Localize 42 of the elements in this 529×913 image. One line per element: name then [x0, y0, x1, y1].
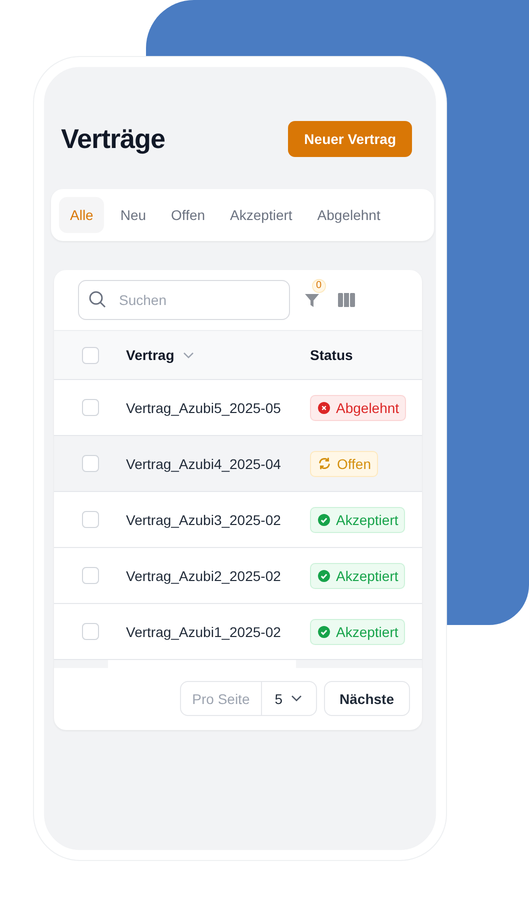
check-icon	[318, 514, 330, 526]
status-badge: Akzeptiert	[310, 506, 406, 532]
scroll-bar[interactable]	[54, 660, 422, 668]
filter-tab[interactable]: Offen	[162, 197, 214, 233]
filter-icon[interactable]	[304, 292, 320, 308]
column-header[interactable]: Vertrag	[126, 347, 174, 363]
refresh-icon	[318, 457, 331, 470]
check-icon	[318, 570, 330, 582]
checkbox[interactable]	[82, 511, 98, 528]
check-icon	[318, 626, 330, 638]
error-icon	[318, 402, 330, 414]
filter-count-badge: 0	[312, 279, 326, 293]
chevron-down-icon	[290, 695, 302, 702]
table-cell-text: Vertrag_Azubi4_2025-04	[126, 456, 282, 472]
columns-icon[interactable]	[338, 293, 355, 307]
status-badge: Offen	[310, 450, 378, 476]
table-cell-text: Vertrag_Azubi2_2025-02	[126, 568, 282, 584]
filter-tab[interactable]: Neu	[111, 197, 156, 233]
table-cell-text: Vertrag_Azubi3_2025-02	[126, 512, 282, 528]
checkbox[interactable]	[82, 346, 98, 364]
filter-tab[interactable]: Abgelehnt	[308, 197, 390, 233]
table-row[interactable]: Vertrag_Azubi5_2025-05 Abgelehnt	[54, 380, 422, 436]
table-cell-text: Vertrag_Azubi5_2025-05	[126, 400, 282, 416]
search-field[interactable]: Suchen	[78, 280, 290, 320]
checkbox[interactable]	[82, 567, 98, 584]
table-row[interactable]: Vertrag_Azubi2_2025-02 Akzeptiert	[54, 548, 422, 604]
filter-tab[interactable]: Akzeptiert	[221, 197, 302, 233]
table-row[interactable]: Vertrag_Azubi4_2025-04 Offen	[54, 436, 422, 492]
chevron-down-icon[interactable]	[183, 352, 194, 358]
checkbox[interactable]	[82, 455, 98, 472]
next-button[interactable]: Nächste	[324, 681, 410, 716]
checkbox[interactable]	[82, 623, 98, 640]
status-badge: Abgelehnt	[310, 394, 406, 420]
table-row[interactable]: Vertrag_Azubi1_2025-02 Akzeptiert	[54, 604, 422, 660]
page-title: Verträge	[61, 124, 166, 154]
status-badge: Akzeptiert	[310, 562, 406, 588]
checkbox[interactable]	[82, 399, 98, 416]
column-header: Status	[310, 347, 353, 363]
per-page-select[interactable]: Pro Seite 5	[180, 681, 317, 716]
table-row[interactable]: Vertrag_Azubi3_2025-02 Akzeptiert	[54, 492, 422, 548]
table-cell-text: Vertrag_Azubi1_2025-02	[126, 624, 282, 640]
status-badge: Akzeptiert	[310, 618, 406, 644]
